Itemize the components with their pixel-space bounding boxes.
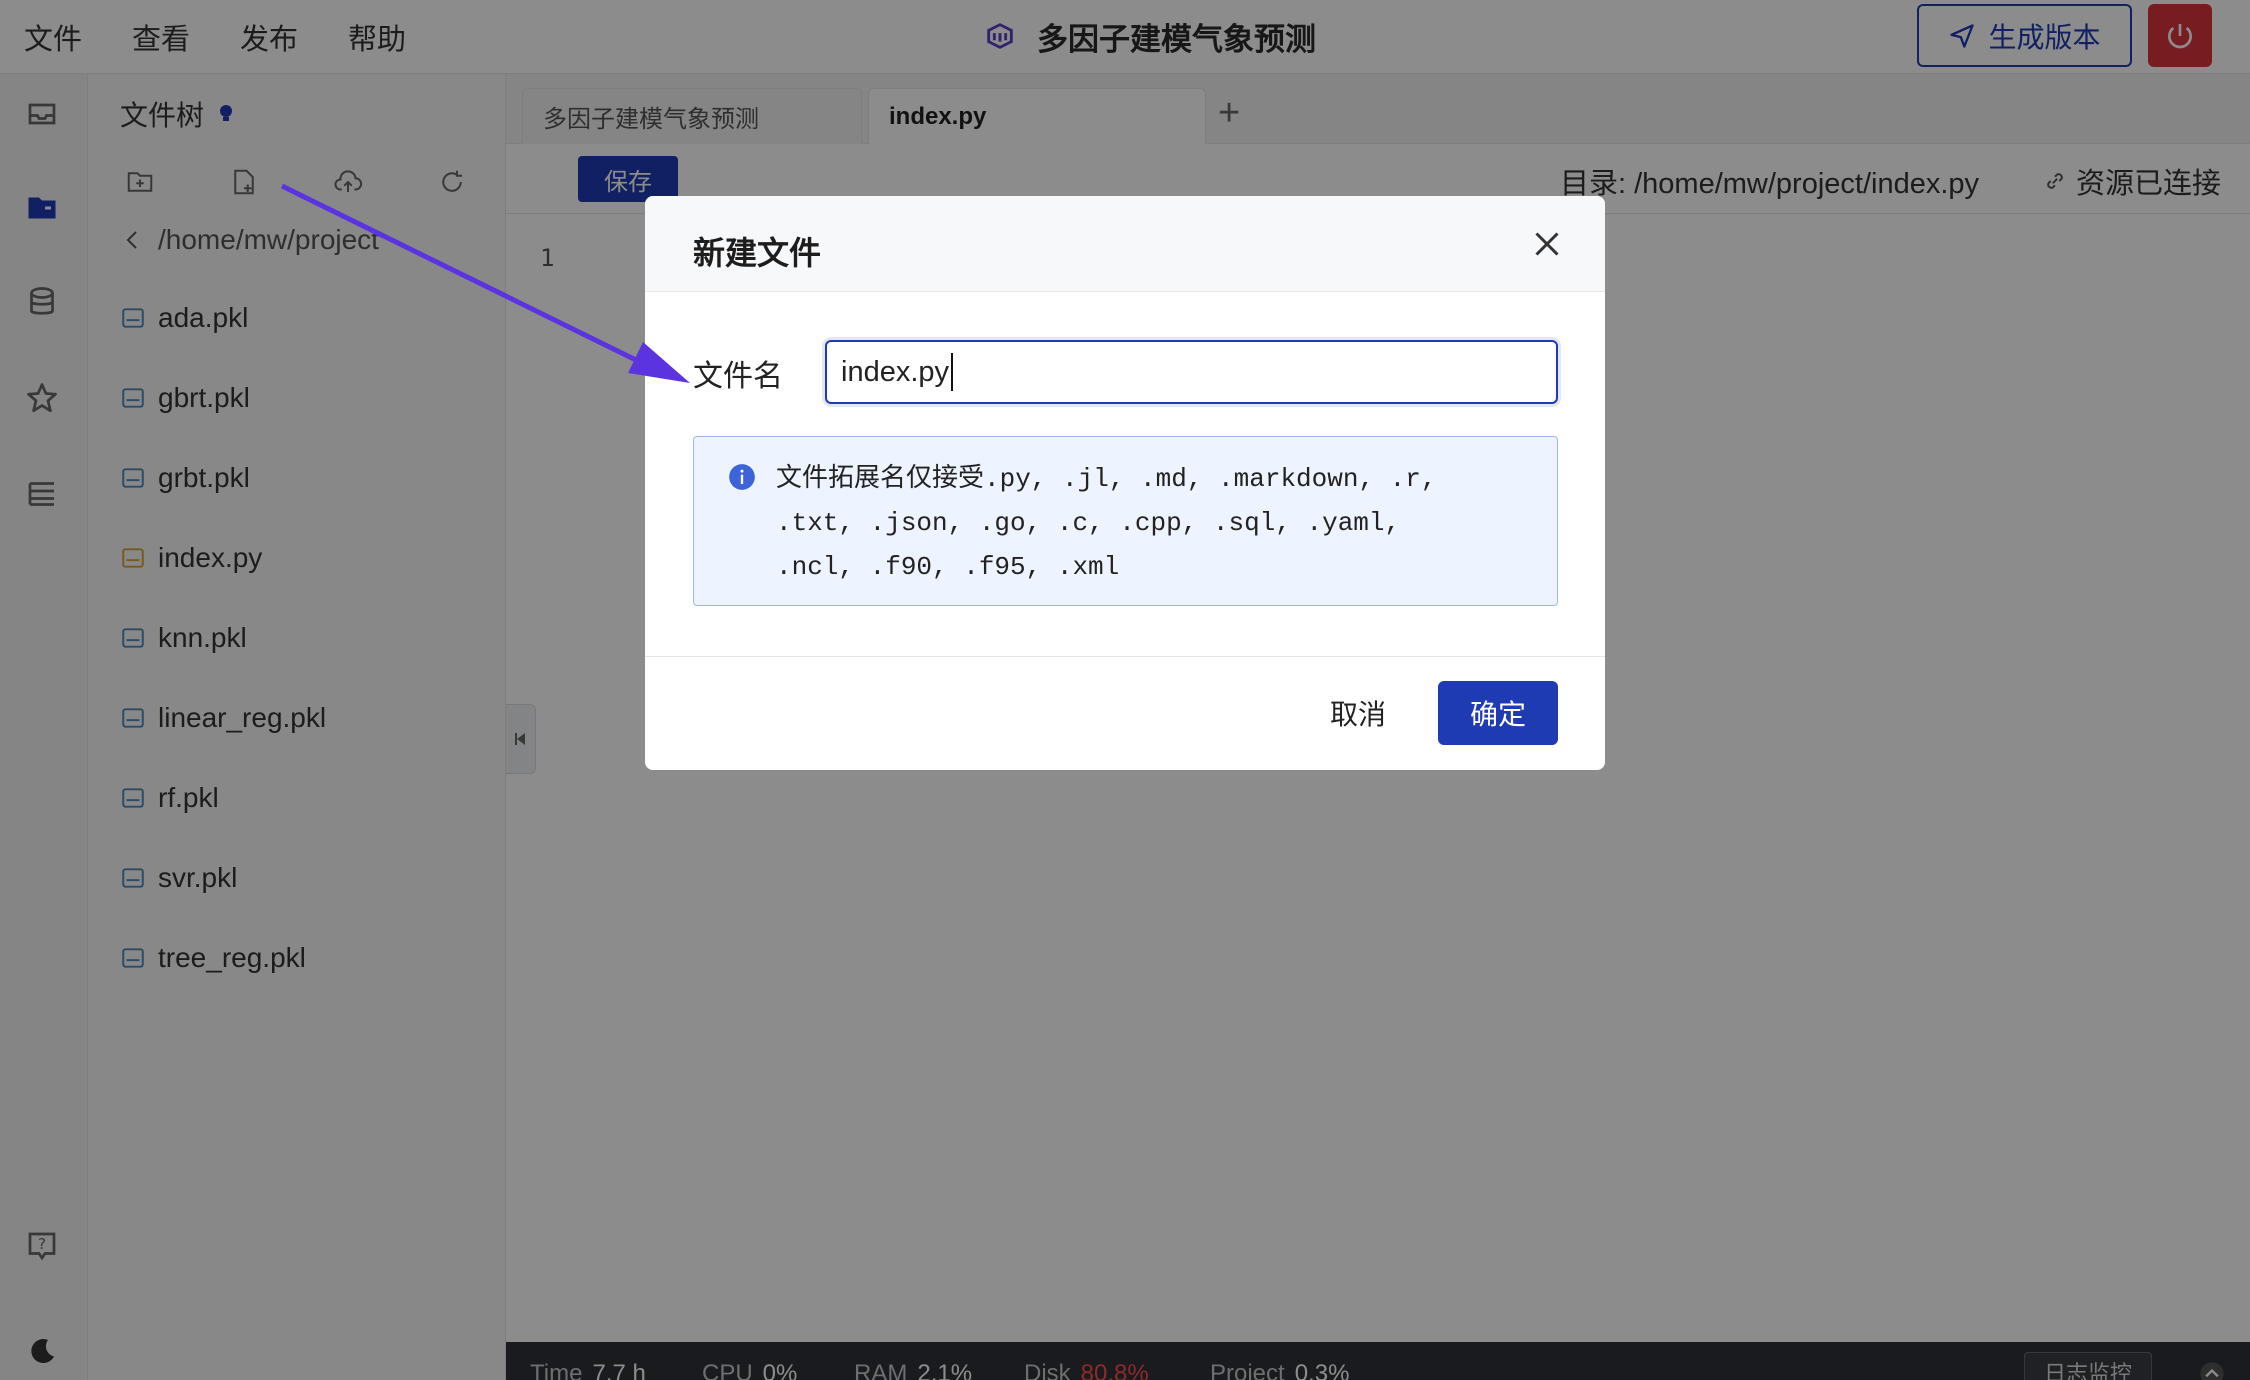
new-file-dialog: 新建文件 文件名 index.py 文件拓展名仅接受.py, .jl, .md,… (645, 196, 1605, 770)
app-window: 文件 查看 发布 帮助 多因子建模气象预测 生成版本 ? 文件树 /home/m… (0, 0, 2250, 1380)
info-icon (729, 464, 755, 490)
info-line: 文件拓展名仅接受.py, .jl, .md, .markdown, .r, (776, 464, 1437, 494)
extension-info-text: 文件拓展名仅接受.py, .jl, .md, .markdown, .r, .t… (776, 457, 1516, 589)
text-caret (951, 353, 954, 391)
filename-input-value: index.py (841, 355, 950, 388)
dialog-footer: 取消 确定 (645, 656, 1605, 770)
close-icon[interactable] (1529, 226, 1565, 262)
confirm-button[interactable]: 确定 (1438, 681, 1558, 745)
filename-input[interactable]: index.py (825, 340, 1558, 404)
extension-info-box: 文件拓展名仅接受.py, .jl, .md, .markdown, .r, .t… (693, 436, 1558, 606)
info-line: .ncl, .f90, .f95, .xml (776, 552, 1120, 582)
info-line: .txt, .json, .go, .c, .cpp, .sql, .yaml, (776, 508, 1401, 538)
dialog-title: 新建文件 (693, 235, 822, 271)
filename-label: 文件名 (693, 360, 783, 393)
cancel-button[interactable]: 取消 (1313, 681, 1403, 745)
dialog-header: 新建文件 (645, 196, 1605, 292)
